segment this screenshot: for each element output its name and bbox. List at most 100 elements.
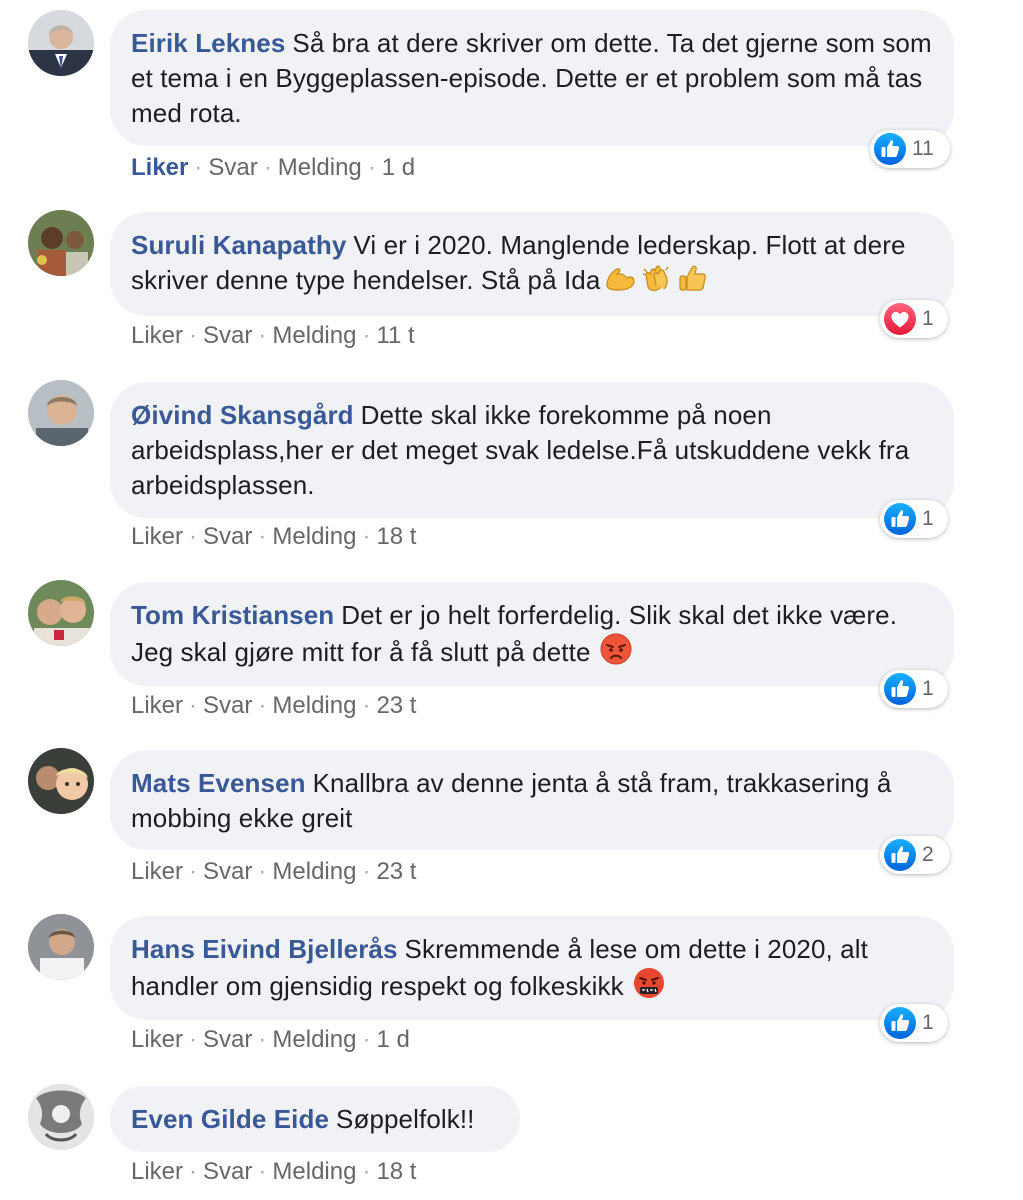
separator-dot: · <box>362 523 371 550</box>
separator-dot: · <box>362 692 371 719</box>
reaction-summary[interactable]: 1 <box>880 1004 948 1042</box>
comment-actions: Liker · Svar · Melding · 1 d <box>131 1026 410 1054</box>
comment-author[interactable]: Suruli Kanapathy <box>131 230 346 260</box>
comment-author[interactable]: Eirik Leknes <box>131 28 285 58</box>
reply-button[interactable]: Svar <box>203 692 252 719</box>
separator-dot: · <box>189 858 198 885</box>
reaction-summary[interactable]: 11 <box>870 130 950 168</box>
avatar[interactable] <box>28 10 94 76</box>
reply-button[interactable]: Svar <box>208 154 257 181</box>
like-reaction-icon <box>884 1007 916 1039</box>
message-button[interactable]: Melding <box>272 523 356 550</box>
comment-text: Søppelfolk!! <box>336 1104 475 1134</box>
separator-dot: · <box>189 692 198 719</box>
love-reaction-icon <box>884 303 916 335</box>
message-button[interactable]: Melding <box>272 1026 356 1053</box>
message-button[interactable]: Melding <box>278 154 362 181</box>
reaction-count: 2 <box>922 843 934 866</box>
separator-dot: · <box>189 523 198 550</box>
cursing-face-emoji <box>633 967 665 1008</box>
comment-actions: Liker · Svar · Melding · 11 t <box>131 322 415 350</box>
separator-dot: · <box>258 858 267 885</box>
like-reaction-icon <box>884 673 916 705</box>
comment-bubble: Mats Evensen Knallbra av denne jenta å st… <box>110 750 954 850</box>
separator-dot: · <box>258 1158 267 1185</box>
comment-bubble: Even Gilde Eide Søppelfolk!! <box>110 1086 520 1152</box>
comment-timestamp[interactable]: 18 t <box>376 1158 416 1185</box>
separator-dot: · <box>367 154 376 181</box>
comment-author[interactable]: Even Gilde Eide <box>131 1104 329 1134</box>
like-reaction-icon <box>884 839 916 871</box>
comment-timestamp[interactable]: 23 t <box>376 692 416 719</box>
reply-button[interactable]: Svar <box>203 1158 252 1185</box>
like-button[interactable]: Liker <box>131 692 183 719</box>
reaction-count: 1 <box>922 307 934 330</box>
like-button[interactable]: Liker <box>131 1026 183 1053</box>
like-button[interactable]: Liker <box>131 523 183 550</box>
comment-actions: Liker · Svar · Melding · 23 t <box>131 858 416 886</box>
comment-thread: Eirik Leknes Så bra at dere skriver om de… <box>0 0 1023 1200</box>
separator-dot: · <box>258 692 267 719</box>
avatar[interactable] <box>28 914 94 980</box>
clapping-hands-emoji <box>640 263 674 302</box>
avatar[interactable] <box>28 580 94 646</box>
thumbs-up-emoji <box>677 263 709 302</box>
separator-dot: · <box>258 1026 267 1053</box>
angry-face-emoji <box>600 633 632 674</box>
like-button[interactable]: Liker <box>131 858 183 885</box>
like-reaction-icon <box>884 503 916 535</box>
reaction-summary[interactable]: 2 <box>880 836 950 874</box>
reaction-count: 1 <box>922 1011 934 1034</box>
reply-button[interactable]: Svar <box>203 523 252 550</box>
comment-bubble: Eirik Leknes Så bra at dere skriver om de… <box>110 10 954 146</box>
like-button[interactable]: Liker <box>131 1158 183 1185</box>
reaction-summary[interactable]: 1 <box>880 300 948 338</box>
message-button[interactable]: Melding <box>272 322 356 349</box>
comment-timestamp[interactable]: 11 t <box>376 322 414 349</box>
flexed-biceps-emoji <box>603 263 637 302</box>
comment-timestamp[interactable]: 1 d <box>376 1026 409 1053</box>
reaction-summary[interactable]: 1 <box>880 670 948 708</box>
like-button[interactable]: Liker <box>131 322 183 349</box>
comment-author[interactable]: Tom Kristiansen <box>131 600 334 630</box>
reply-button[interactable]: Svar <box>203 1026 252 1053</box>
separator-dot: · <box>194 154 203 181</box>
comment-author[interactable]: Øivind Skansgård <box>131 400 354 430</box>
comment-timestamp[interactable]: 1 d <box>382 154 415 181</box>
comment-actions: Liker · Svar · Melding · 23 t <box>131 692 416 720</box>
comment-bubble: Øivind Skansgård Dette skal ikke forekomm… <box>110 382 954 518</box>
message-button[interactable]: Melding <box>272 858 356 885</box>
avatar[interactable] <box>28 380 94 446</box>
comment-timestamp[interactable]: 23 t <box>376 858 416 885</box>
message-button[interactable]: Melding <box>272 692 356 719</box>
reply-button[interactable]: Svar <box>203 858 252 885</box>
avatar[interactable] <box>28 210 94 276</box>
separator-dot: · <box>362 322 371 349</box>
separator-dot: · <box>189 1158 198 1185</box>
avatar[interactable] <box>28 1084 94 1150</box>
message-button[interactable]: Melding <box>272 1158 356 1185</box>
reaction-count: 1 <box>922 677 934 700</box>
like-button[interactable]: Liker <box>131 154 188 181</box>
like-reaction-icon <box>874 133 906 165</box>
comment-bubble: Tom Kristiansen Det er jo helt forferdeli… <box>110 582 954 686</box>
comment-timestamp[interactable]: 18 t <box>376 523 416 550</box>
separator-dot: · <box>189 1026 198 1053</box>
separator-dot: · <box>258 322 267 349</box>
comment-actions: Liker · Svar · Melding · 18 t <box>131 1158 416 1186</box>
reply-button[interactable]: Svar <box>203 322 252 349</box>
separator-dot: · <box>258 523 267 550</box>
avatar[interactable] <box>28 748 94 814</box>
comment-actions: Liker · Svar · Melding · 18 t <box>131 523 416 551</box>
reaction-count: 11 <box>912 137 934 160</box>
comment-author[interactable]: Hans Eivind Bjellerås <box>131 934 398 964</box>
reaction-count: 1 <box>922 507 934 530</box>
separator-dot: · <box>362 1026 371 1053</box>
separator-dot: · <box>189 322 198 349</box>
comment-bubble: Hans Eivind Bjellerås Skremmende å lese o… <box>110 916 954 1020</box>
comment-bubble: Suruli Kanapathy Vi er i 2020. Manglende … <box>110 212 954 316</box>
separator-dot: · <box>362 1158 371 1185</box>
reaction-summary[interactable]: 1 <box>880 500 948 538</box>
comment-actions: Liker · Svar · Melding · 1 d <box>131 154 415 182</box>
comment-author[interactable]: Mats Evensen <box>131 768 306 798</box>
